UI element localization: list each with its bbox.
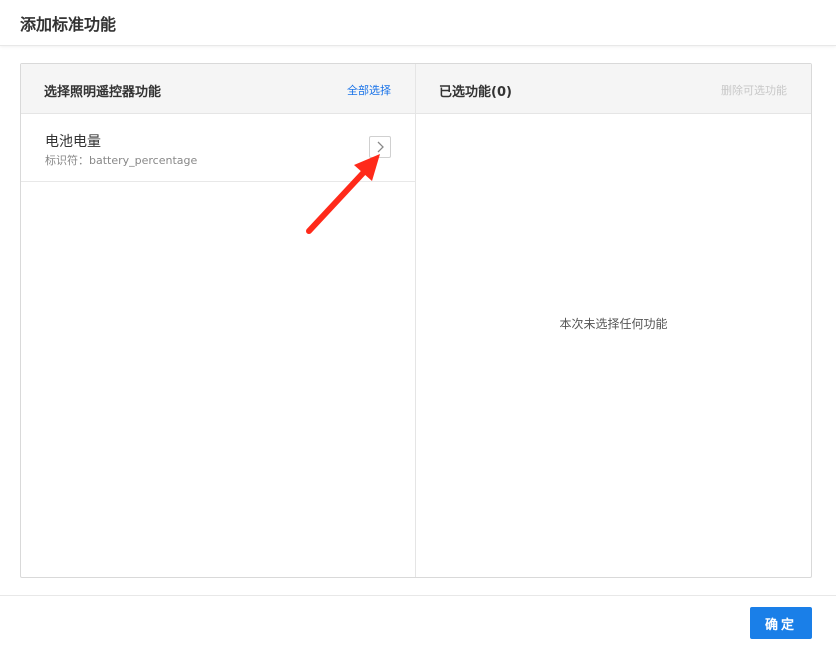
selected-panel-title: 已选功能(0) — [439, 85, 512, 100]
dialog-header: 添加标准功能 — [0, 0, 836, 46]
available-panel-header: 选择照明遥控器功能 全部选择 — [21, 64, 415, 114]
list-item[interactable]: 电池电量 标识符：battery_percentage — [21, 114, 415, 182]
chevron-right-icon — [377, 141, 384, 153]
function-name: 电池电量 — [45, 134, 101, 150]
add-standard-function-dialog: 添加标准功能 选择照明遥控器功能 全部选择 电池电量 标识符：battery_p… — [0, 0, 836, 645]
empty-selection-text: 本次未选择任何功能 — [559, 317, 668, 331]
select-all-link[interactable]: 全部选择 — [347, 82, 391, 98]
function-identifier: 标识符：battery_percentage — [45, 154, 198, 167]
available-functions-panel: 选择照明遥控器功能 全部选择 电池电量 标识符：battery_percenta… — [21, 64, 416, 577]
function-transfer: 选择照明遥控器功能 全部选择 电池电量 标识符：battery_percenta… — [20, 63, 812, 578]
selected-functions-panel: 已选功能(0) 删除可选功能 本次未选择任何功能 — [416, 64, 811, 577]
remove-optional-functions-button[interactable]: 删除可选功能 — [721, 82, 787, 98]
selected-panel-header: 已选功能(0) 删除可选功能 — [416, 64, 811, 114]
dialog-title: 添加标准功能 — [20, 15, 117, 34]
add-function-button[interactable] — [369, 136, 391, 158]
available-panel-title: 选择照明遥控器功能 — [44, 85, 162, 100]
confirm-button[interactable]: 确定 — [750, 607, 812, 639]
dialog-footer: 确定 — [0, 595, 836, 645]
